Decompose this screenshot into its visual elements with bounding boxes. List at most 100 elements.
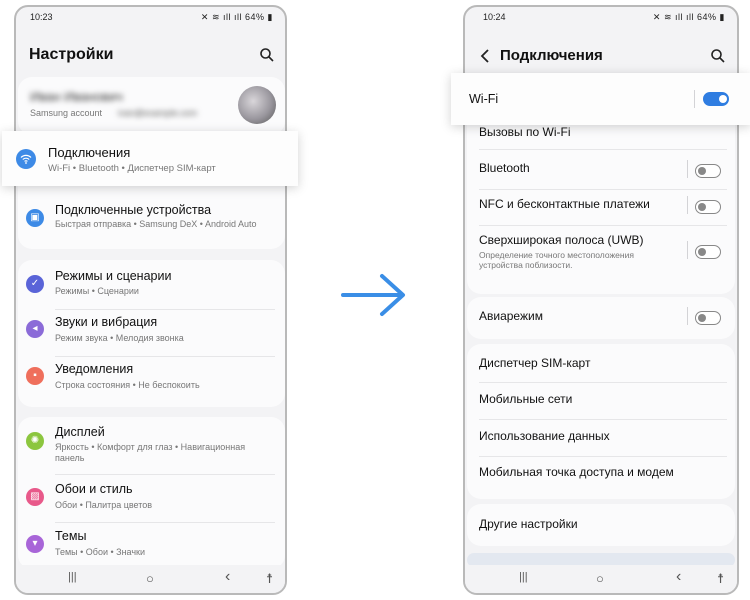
connections-item[interactable]: Подключения Wi-Fi • Bluetooth • Диспетче…	[2, 131, 298, 186]
status-time: 10:24	[483, 12, 506, 22]
wifi-calling-label: Вызовы по Wi-Fi	[479, 125, 571, 139]
hotspot-item[interactable]: Мобильная точка доступа и модем	[465, 461, 737, 489]
divider	[55, 522, 275, 523]
nav-bar: ||| ○ ‹ ☨	[465, 565, 737, 593]
accessibility-button[interactable]: ☨	[266, 571, 273, 587]
themes-title: Темы	[55, 529, 87, 543]
display-item[interactable]: ✺ Дисплей Яркость • Комфорт для глаз • Н…	[16, 423, 285, 473]
back-button[interactable]: ‹	[676, 568, 681, 586]
sim-manager-label: Диспетчер SIM-карт	[479, 356, 591, 370]
battery-icon: ▮	[267, 12, 273, 22]
status-icons: ✕ ≋ ıll ıll 64% ▮	[201, 12, 273, 23]
sim-manager-item[interactable]: Диспетчер SIM-карт	[465, 351, 737, 379]
avatar[interactable]	[238, 86, 276, 124]
home-button[interactable]: ○	[596, 571, 604, 586]
divider	[55, 356, 275, 357]
wifi-label: Wi-Fi	[469, 92, 499, 106]
mute-icon: ✕	[200, 12, 209, 22]
mute-icon: ✕	[652, 12, 661, 22]
status-icons: ✕ ≋ ıll ıll 64% ▮	[653, 12, 725, 23]
settings-screen: 10:23 ✕ ≋ ıll ıll 64% ▮ Настройки Иван И…	[14, 5, 287, 595]
search-icon[interactable]	[710, 48, 726, 64]
divider	[55, 474, 275, 475]
sounds-item[interactable]: ◂ Звуки и вибрация Режим звука • Мелодия…	[16, 315, 285, 355]
divider	[479, 189, 727, 190]
data-usage-item[interactable]: Использование данных	[465, 424, 737, 452]
modes-sub: Режимы • Сценарии	[55, 286, 139, 296]
divider	[479, 456, 727, 457]
modes-title: Режимы и сценарии	[55, 269, 172, 283]
wifi-toggle[interactable]	[703, 92, 729, 106]
hotspot-label: Мобильная точка доступа и модем	[479, 465, 674, 479]
back-button[interactable]: ‹	[225, 568, 230, 586]
themes-item[interactable]: ▾ Темы Темы • Обои • Значки	[16, 527, 285, 567]
brush-icon: ▾	[26, 535, 44, 553]
status-bar: 10:23 ✕ ≋ ıll ıll 64% ▮	[16, 7, 285, 27]
recents-button[interactable]: |||	[519, 571, 528, 583]
back-arrow-icon[interactable]	[479, 49, 491, 63]
devices-title: Подключенные устройства	[55, 203, 212, 217]
display-sub: Яркость • Комфорт для глаз • Навигационн…	[55, 442, 246, 463]
bluetooth-label: Bluetooth	[479, 161, 530, 175]
home-button[interactable]: ○	[146, 571, 154, 586]
nfc-item[interactable]: NFC и бесконтактные платежи	[465, 191, 737, 223]
bluetooth-toggle[interactable]	[695, 164, 721, 178]
data-usage-label: Использование данных	[479, 429, 610, 443]
mobile-networks-label: Мобильные сети	[479, 392, 573, 406]
account-name: Иван Иванович	[30, 89, 123, 104]
nfc-label: NFC и бесконтактные платежи	[479, 197, 650, 211]
signal-icon: ıll ıll	[675, 12, 694, 22]
signal-icon: ıll ıll	[223, 12, 242, 22]
divider	[479, 382, 727, 383]
wifi-icon: ≋	[211, 12, 220, 22]
divider	[479, 225, 727, 226]
status-time: 10:23	[30, 12, 53, 22]
divider	[479, 149, 727, 150]
notifications-item[interactable]: ▪ Уведомления Строка состояния • Не бесп…	[16, 362, 285, 402]
more-settings-item[interactable]: Другие настройки	[465, 510, 737, 540]
battery-icon: ▮	[719, 12, 725, 22]
wallpaper-item[interactable]: ▨ Обои и стиль Обои • Палитра цветов	[16, 479, 285, 519]
image-icon: ▨	[26, 488, 44, 506]
account-email: ivan@example.com	[118, 108, 198, 118]
notifications-title: Уведомления	[55, 362, 134, 376]
modes-icon: ✓	[26, 275, 44, 293]
uwb-label: Сверхширокая полоса (UWB)	[479, 233, 644, 247]
page-title: Настройки	[29, 46, 114, 63]
airplane-item[interactable]: Авиарежим	[465, 302, 737, 334]
search-icon[interactable]	[259, 47, 275, 63]
wifi-icon: ≋	[663, 12, 672, 22]
mobile-networks-item[interactable]: Мобильные сети	[465, 387, 737, 415]
airplane-label: Авиарежим	[479, 309, 543, 323]
sun-icon: ✺	[26, 432, 44, 450]
battery-percent: 64%	[697, 12, 717, 22]
uwb-item[interactable]: Сверхширокая полоса (UWB) Определение то…	[465, 229, 737, 289]
nfc-toggle[interactable]	[695, 200, 721, 214]
bluetooth-item[interactable]: Bluetooth	[465, 155, 737, 187]
wifi-item[interactable]: Wi-Fi	[451, 73, 750, 125]
wifi-calling-item[interactable]: Вызовы по Wi-Fi	[465, 123, 737, 147]
accessibility-button[interactable]: ☨	[717, 571, 724, 587]
themes-sub: Темы • Обои • Значки	[55, 547, 146, 557]
account-card[interactable]: Иван Иванович Samsung account ivan@examp…	[18, 77, 285, 135]
status-bar: 10:24 ✕ ≋ ıll ıll 64% ▮	[465, 7, 737, 27]
account-sub: Samsung account	[30, 108, 103, 118]
notifications-sub: Строка состояния • Не беспокоить	[55, 380, 200, 390]
divider	[479, 419, 727, 420]
arrow-right-icon	[341, 274, 405, 316]
airplane-toggle[interactable]	[695, 311, 721, 325]
connections-title: Подключения	[48, 145, 131, 160]
uwb-toggle[interactable]	[695, 245, 721, 259]
recents-button[interactable]: |||	[68, 571, 77, 583]
wallpaper-title: Обои и стиль	[55, 482, 133, 496]
uwb-sub: Определение точного местоположения устро…	[479, 250, 634, 270]
devices-icon: ▣	[26, 209, 44, 227]
connected-devices-item[interactable]: ▣ Подключенные устройства Быстрая отправ…	[16, 197, 285, 247]
battery-percent: 64%	[245, 12, 265, 22]
modes-item[interactable]: ✓ Режимы и сценарии Режимы • Сценарии	[16, 267, 285, 307]
sounds-title: Звуки и вибрация	[55, 315, 158, 329]
connections-sub: Wi-Fi • Bluetooth • Диспетчер SIM-карт	[48, 163, 216, 174]
page-title: Подключения	[500, 47, 603, 64]
notification-icon: ▪	[26, 367, 44, 385]
nav-bar: ||| ○ ‹ ☨	[16, 565, 285, 593]
